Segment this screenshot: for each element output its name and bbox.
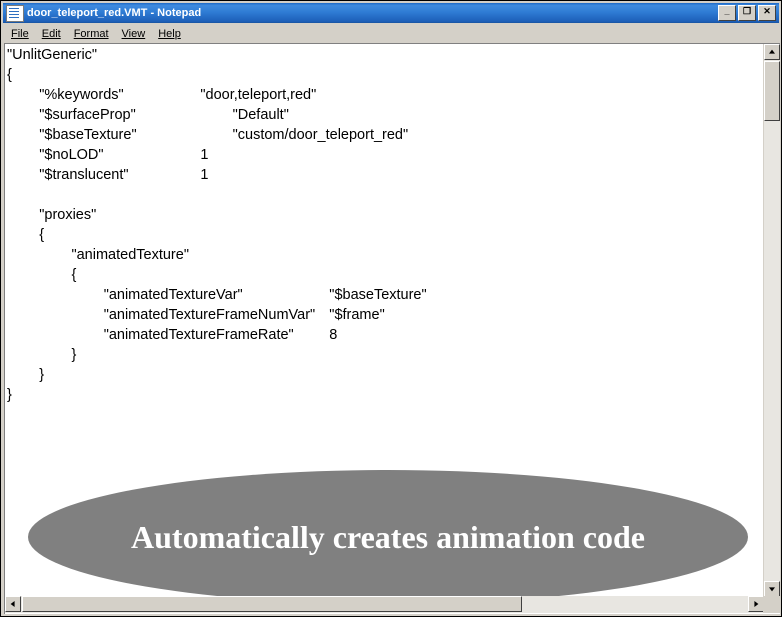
close-icon: ✕ — [763, 6, 771, 16]
menu-bar: File Edit Format View Help — [3, 24, 779, 43]
editor-content: "UnlitGeneric" { "%keywords" "door,telep… — [7, 47, 427, 403]
menu-item-view[interactable]: View — [116, 26, 153, 42]
window-controls: _ ❐ ✕ — [718, 5, 778, 21]
scroll-down-button[interactable] — [764, 581, 780, 597]
title-bar[interactable]: door_teleport_red.VMT - Notepad _ ❐ ✕ — [3, 3, 779, 23]
text-editor[interactable]: "UnlitGeneric" { "%keywords" "door,telep… — [5, 44, 763, 597]
menu-item-help[interactable]: Help — [152, 26, 188, 42]
vertical-scroll-thumb[interactable] — [764, 61, 780, 121]
scroll-left-arrow-icon — [10, 601, 15, 607]
scroll-up-arrow-icon — [769, 49, 775, 54]
close-button[interactable]: ✕ — [758, 5, 776, 21]
horizontal-scroll-thumb[interactable] — [22, 596, 522, 612]
scroll-down-arrow-icon — [769, 587, 775, 592]
scroll-right-arrow-icon — [754, 601, 759, 607]
menu-item-format-label: Format — [73, 27, 109, 40]
minimize-button[interactable]: _ — [718, 5, 736, 21]
scrollbar-corner — [763, 596, 780, 613]
vertical-scrollbar[interactable] — [763, 44, 780, 597]
notepad-window: door_teleport_red.VMT - Notepad _ ❐ ✕ Fi… — [0, 0, 782, 617]
minimize-icon: _ — [724, 6, 730, 16]
menu-item-view-label: View — [121, 27, 146, 40]
menu-item-file[interactable]: File — [5, 26, 36, 42]
horizontal-scrollbar[interactable] — [5, 596, 764, 613]
notepad-icon — [6, 4, 24, 22]
editor-client-area: "UnlitGeneric" { "%keywords" "door,telep… — [4, 43, 780, 614]
menu-item-edit-label: Edit — [41, 27, 61, 40]
maximize-button[interactable]: ❐ — [738, 5, 756, 21]
scroll-up-button[interactable] — [764, 44, 780, 60]
scroll-right-button[interactable] — [748, 596, 764, 612]
menu-item-edit[interactable]: Edit — [36, 26, 68, 42]
menu-item-file-label: File — [11, 27, 29, 40]
menu-item-format[interactable]: Format — [68, 26, 116, 42]
menu-item-help-label: Help — [158, 27, 181, 40]
scroll-left-button[interactable] — [5, 596, 21, 612]
maximize-icon: ❐ — [742, 6, 752, 16]
window-title: door_teleport_red.VMT - Notepad — [27, 7, 202, 19]
